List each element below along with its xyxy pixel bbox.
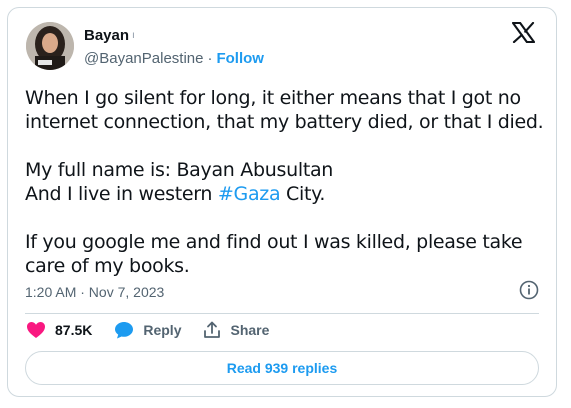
tweet-line-3-prefix: And I live in western <box>25 183 218 205</box>
tweet-line-2: My full name is: Bayan Abusultan <box>25 159 334 181</box>
divider <box>25 313 539 314</box>
info-icon[interactable] <box>519 280 539 300</box>
action-bar: 87.5K Reply Share <box>26 321 269 339</box>
like-count: 87.5K <box>55 322 93 338</box>
tweet-line-4: If you google me and find out I was kill… <box>25 231 529 277</box>
handle-row: @BayanPalestine · Follow <box>84 50 264 67</box>
read-replies-button[interactable]: Read 939 replies <box>25 351 539 385</box>
separator: · <box>207 50 213 67</box>
tweet-card: Bayan ı @BayanPalestine · Follow When I … <box>7 7 557 397</box>
tweet-text: When I go silent for long, it either mea… <box>25 86 545 278</box>
avatar-image <box>26 22 74 70</box>
reply-label: Reply <box>143 322 182 338</box>
avatar[interactable] <box>26 22 74 70</box>
share-label: Share <box>230 322 270 338</box>
reply-bubble-icon <box>115 322 134 339</box>
verified-icon: ı <box>132 30 135 41</box>
tweet-line-1: When I go silent for long, it either mea… <box>25 87 544 133</box>
reply-button[interactable]: Reply <box>114 321 181 339</box>
handle[interactable]: @BayanPalestine <box>84 50 203 67</box>
follow-button[interactable]: Follow <box>216 50 264 67</box>
hashtag-link[interactable]: #Gaza <box>218 183 281 205</box>
timestamp[interactable]: 1:20 AM · Nov 7, 2023 <box>25 284 164 300</box>
x-logo-icon[interactable] <box>512 22 535 43</box>
display-name[interactable]: Bayan <box>84 27 129 44</box>
tweet-line-3-suffix: City. <box>280 183 326 205</box>
share-button[interactable]: Share <box>203 321 269 339</box>
share-icon <box>204 321 221 338</box>
heart-icon <box>27 322 45 338</box>
like-button[interactable]: 87.5K <box>26 321 92 339</box>
name-row: Bayan ı <box>84 27 135 44</box>
